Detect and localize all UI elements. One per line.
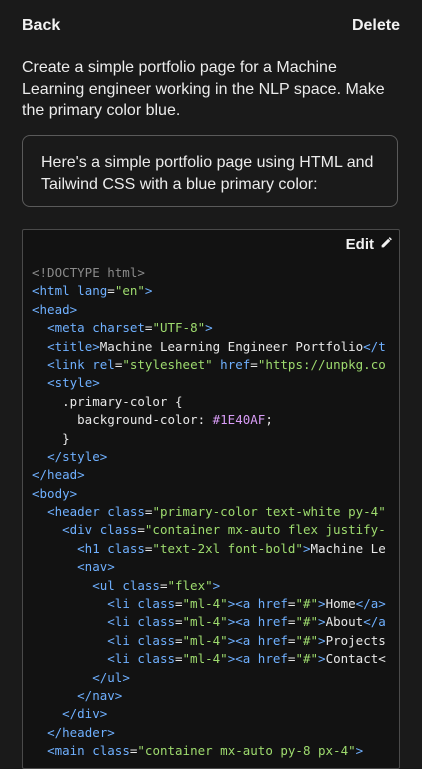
code-line: </ul>	[92, 669, 130, 685]
user-prompt-text: Create a simple portfolio page for a Mac…	[22, 59, 385, 119]
assistant-response-text: Here's a simple portfolio page using HTM…	[41, 154, 374, 193]
top-bar: Back Delete	[0, 0, 422, 54]
code-block[interactable]: Edit <!DOCTYPE html> <html lang="en"> <hea…	[22, 229, 400, 769]
code-line: <ul class="flex">	[92, 577, 221, 593]
code-line: </style>	[47, 448, 108, 464]
code-line: <li class="ml-4"><a href="#">About</a	[107, 614, 386, 630]
code-line: <link rel="stylesheet" href="https://unp…	[47, 356, 386, 372]
code-line: <!DOCTYPE html>	[32, 265, 145, 280]
code-line: <style>	[47, 375, 100, 391]
code-line: <html lang="en">	[32, 283, 153, 299]
assistant-response-bubble: Here's a simple portfolio page using HTM…	[22, 135, 398, 207]
code-line: <header class="primary-color text-white …	[47, 504, 386, 520]
code-line: <h1 class="text-2xl font-bold">Machine L…	[77, 540, 386, 556]
edit-button[interactable]: Edit	[346, 236, 393, 253]
code-line: <meta charset="UTF-8">	[47, 320, 213, 336]
pencil-icon	[380, 236, 393, 253]
back-button[interactable]: Back	[22, 17, 60, 35]
code-line: <title>Machine Learning Engineer Portfol…	[47, 338, 386, 354]
code-content: <!DOCTYPE html> <html lang="en"> <head> <m…	[32, 264, 386, 761]
code-line: <main class="container mx-auto py-8 px-4…	[47, 743, 364, 759]
code-line: <body>	[32, 485, 78, 501]
edit-label: Edit	[345, 236, 374, 253]
code-line: <div class="container mx-auto flex justi…	[62, 522, 386, 538]
code-line: background-color: #1E40AF;	[32, 412, 273, 428]
code-line: </div>	[62, 706, 108, 722]
code-line: <nav>	[77, 559, 115, 575]
code-line: </header>	[47, 724, 115, 740]
code-line: <li class="ml-4"><a href="#">Projects	[107, 632, 386, 648]
code-line: </nav>	[77, 687, 123, 703]
code-line: <li class="ml-4"><a href="#">Contact<	[107, 651, 386, 667]
code-line: <head>	[32, 301, 78, 317]
delete-button[interactable]: Delete	[352, 17, 400, 35]
code-line: </head>	[32, 467, 85, 483]
code-line: .primary-color {	[32, 393, 183, 409]
code-line: <li class="ml-4"><a href="#">Home</a>	[107, 596, 386, 612]
code-line: }	[32, 430, 70, 446]
